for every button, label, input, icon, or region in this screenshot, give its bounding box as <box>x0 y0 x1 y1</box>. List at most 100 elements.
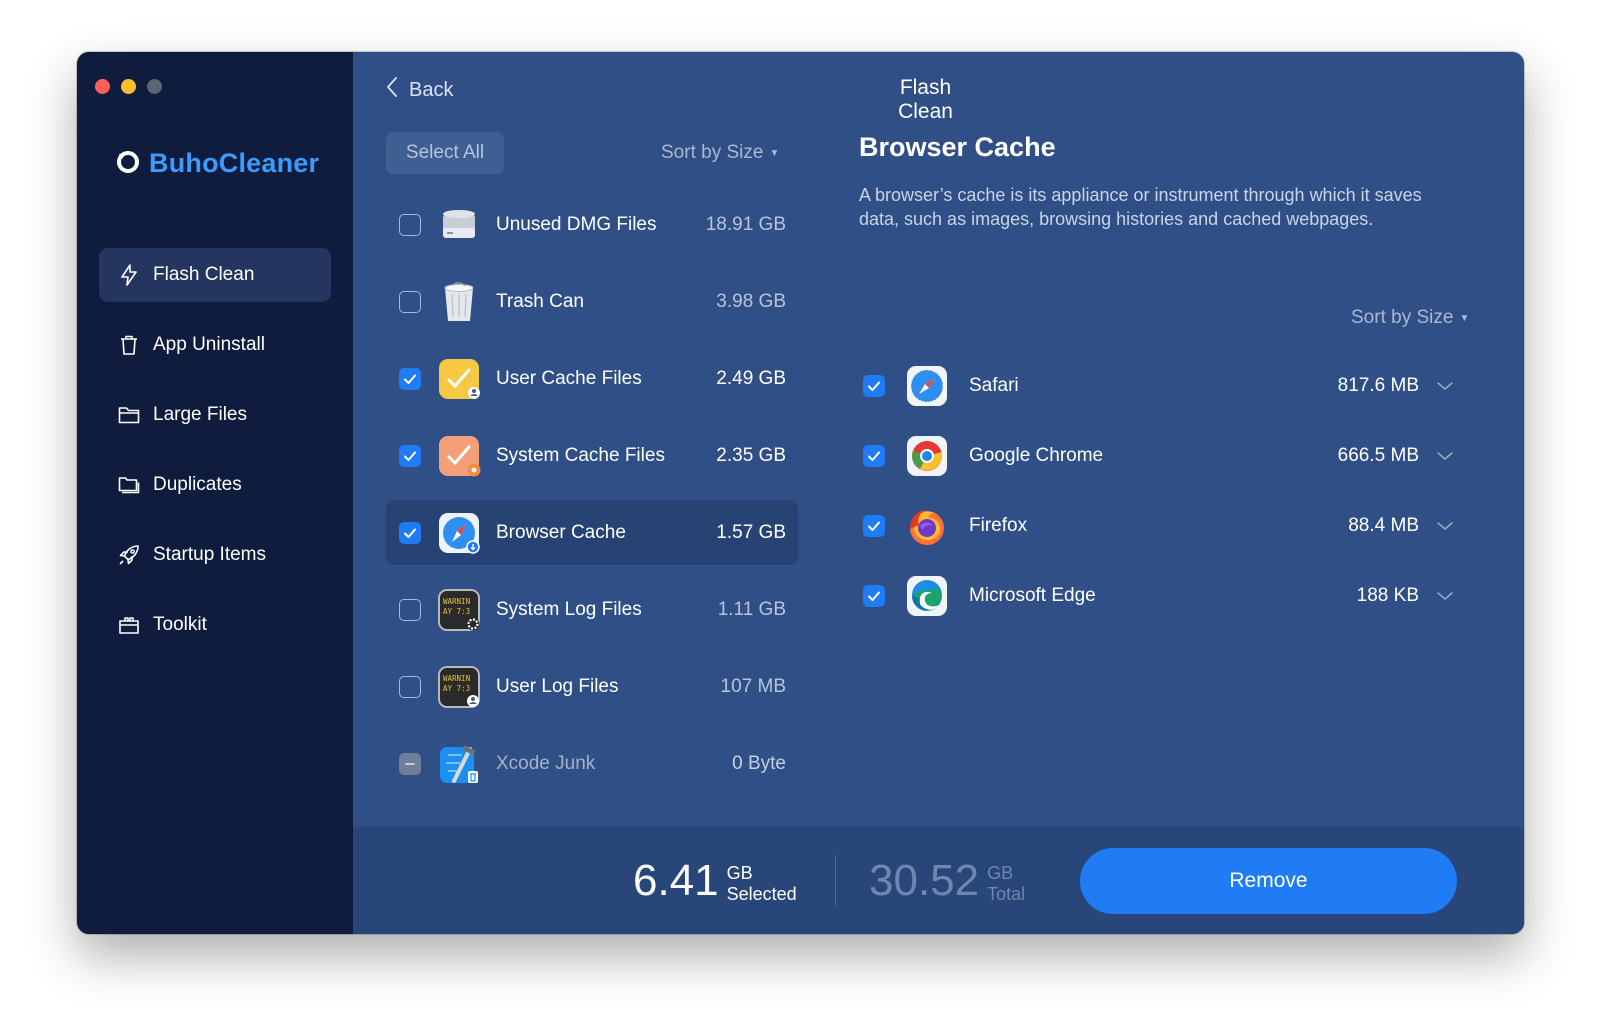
checkbox[interactable] <box>399 675 421 698</box>
close-window-button[interactable] <box>95 79 110 94</box>
system-cache-icon <box>436 433 482 479</box>
trash-icon <box>117 333 141 357</box>
checkbox-checked[interactable] <box>399 367 421 390</box>
remove-button[interactable]: Remove <box>1080 848 1457 914</box>
item-size: 3.98 GB <box>716 290 786 312</box>
svg-text:WARNIN: WARNIN <box>443 597 470 606</box>
chevron-down-icon[interactable] <box>1435 376 1455 396</box>
caret-down-icon: ▼ <box>1459 312 1470 324</box>
sidebar-nav: Flash Clean App Uninstall Large Files Du… <box>99 248 331 668</box>
chevron-down-icon[interactable] <box>1435 586 1455 606</box>
toolkit-icon <box>117 613 141 637</box>
sort-by-size-dropdown[interactable]: Sort by Size ▼ <box>1351 307 1469 329</box>
main-panel: Back Flash Clean Select All Sort by Size… <box>353 52 1524 934</box>
sidebar-item-label: Startup Items <box>153 544 266 565</box>
disk-icon <box>436 202 482 248</box>
selected-size: 6.41 GB Selected <box>633 855 797 907</box>
list-item-system-log-files[interactable]: WARNIN AY 7:3 System Log Files 1.11 GB <box>386 577 798 642</box>
selected-unit: GB <box>726 863 753 883</box>
safari-icon <box>906 365 948 407</box>
buhocleaner-logo-icon <box>115 148 141 179</box>
back-button[interactable]: Back <box>385 76 453 104</box>
checkbox-disabled[interactable] <box>399 752 421 775</box>
checkbox-checked[interactable] <box>399 444 421 467</box>
sort-by-size-dropdown[interactable]: Sort by Size ▼ <box>661 142 779 164</box>
browser-size: 666.5 MB <box>1337 445 1419 466</box>
detail-title: Browser Cache <box>859 132 1056 162</box>
item-label: Trash Can <box>496 290 584 312</box>
app-name: BuhoCleaner <box>149 148 320 178</box>
sidebar-item-toolkit[interactable]: Toolkit <box>99 598 331 652</box>
browser-row-safari[interactable]: Safari 817.6 MB <box>859 351 1459 421</box>
sidebar: BuhoCleaner Flash Clean App Uninstall La… <box>77 52 353 934</box>
duplicates-icon <box>117 473 141 497</box>
checkbox[interactable] <box>399 290 421 313</box>
trash-can-icon <box>436 279 482 325</box>
browser-cache-icon <box>436 510 482 556</box>
total-unit-block: GB Total <box>987 855 1025 905</box>
sidebar-item-label: Toolkit <box>153 614 207 635</box>
sidebar-item-label: App Uninstall <box>153 334 265 355</box>
svg-text:AY 7:3: AY 7:3 <box>443 684 470 693</box>
item-label: Browser Cache <box>496 521 626 543</box>
selected-value: 6.41 <box>633 856 719 905</box>
sidebar-item-label: Duplicates <box>153 474 242 495</box>
checkbox[interactable] <box>399 213 421 236</box>
item-label: Xcode Junk <box>496 752 596 774</box>
sidebar-item-large-files[interactable]: Large Files <box>99 388 331 442</box>
checkbox[interactable] <box>399 598 421 621</box>
list-item-unused-dmg-files[interactable]: Unused DMG Files 18.91 GB <box>386 192 798 257</box>
firefox-icon <box>906 505 948 547</box>
total-value: 30.52 <box>869 856 980 905</box>
list-item-system-cache-files[interactable]: System Cache Files 2.35 GB <box>386 423 798 488</box>
minimize-window-button[interactable] <box>121 79 136 94</box>
item-size: 1.11 GB <box>717 598 786 620</box>
item-size: 0 Byte <box>732 752 786 774</box>
sidebar-item-duplicates[interactable]: Duplicates <box>99 458 331 512</box>
chevron-down-icon[interactable] <box>1435 446 1455 466</box>
chevron-down-icon[interactable] <box>1435 516 1455 536</box>
list-item-browser-cache[interactable]: Browser Cache 1.57 GB <box>386 500 798 565</box>
page-title: Flash Clean <box>898 76 953 123</box>
item-size: 1.57 GB <box>716 521 786 543</box>
select-all-button[interactable]: Select All <box>386 132 504 174</box>
item-size: 2.49 GB <box>716 367 786 389</box>
sidebar-item-flash-clean[interactable]: Flash Clean <box>99 248 331 302</box>
window-controls <box>95 79 162 94</box>
item-size: 107 MB <box>720 675 786 697</box>
list-item-user-cache-files[interactable]: User Cache Files 2.49 GB <box>386 346 798 411</box>
item-label: User Cache Files <box>496 367 642 389</box>
browser-row-google-chrome[interactable]: Google Chrome 666.5 MB <box>859 421 1459 491</box>
list-item-trash-can[interactable]: Trash Can 3.98 GB <box>386 269 798 334</box>
item-label: User Log Files <box>496 675 619 697</box>
app-window: BuhoCleaner Flash Clean App Uninstall La… <box>77 52 1524 934</box>
list-item-xcode-junk[interactable]: Xcode Junk 0 Byte <box>386 731 798 796</box>
list-item-user-log-files[interactable]: WARNIN AY 7:3 User Log Files 107 MB <box>386 654 798 719</box>
checkbox-checked[interactable] <box>863 445 885 467</box>
browser-row-microsoft-edge[interactable]: Microsoft Edge 188 KB <box>859 561 1459 631</box>
item-label: Unused DMG Files <box>496 213 657 235</box>
checkbox-checked[interactable] <box>863 515 885 537</box>
selected-unit-block: GB Selected <box>727 855 797 905</box>
footer-bar: 6.41 GB Selected 30.52 GB Total Remove <box>353 827 1524 934</box>
browser-row-firefox[interactable]: Firefox 88.4 MB <box>859 491 1459 561</box>
browser-label: Microsoft Edge <box>969 585 1096 606</box>
total-size: 30.52 GB Total <box>869 855 1025 907</box>
xcode-icon <box>436 741 482 787</box>
category-list: Unused DMG Files 18.91 GB Trash Can 3.98… <box>386 192 798 808</box>
sidebar-item-app-uninstall[interactable]: App Uninstall <box>99 318 331 372</box>
detail-description: A browser’s cache is its appliance or in… <box>859 185 1422 229</box>
checkbox-checked[interactable] <box>863 585 885 607</box>
sidebar-item-startup-items[interactable]: Startup Items <box>99 528 331 582</box>
user-cache-icon <box>436 356 482 402</box>
checkbox-checked[interactable] <box>863 375 885 397</box>
browser-size: 188 KB <box>1356 585 1419 606</box>
zoom-window-button[interactable] <box>147 79 162 94</box>
item-label: System Log Files <box>496 598 642 620</box>
divider <box>835 855 836 907</box>
checkbox-checked[interactable] <box>399 521 421 544</box>
browser-list: Safari 817.6 MB Google Chrome 666.5 MB F… <box>859 351 1459 631</box>
svg-text:WARNIN: WARNIN <box>443 674 470 683</box>
caret-down-icon: ▼ <box>769 147 780 159</box>
rocket-icon <box>117 543 141 567</box>
